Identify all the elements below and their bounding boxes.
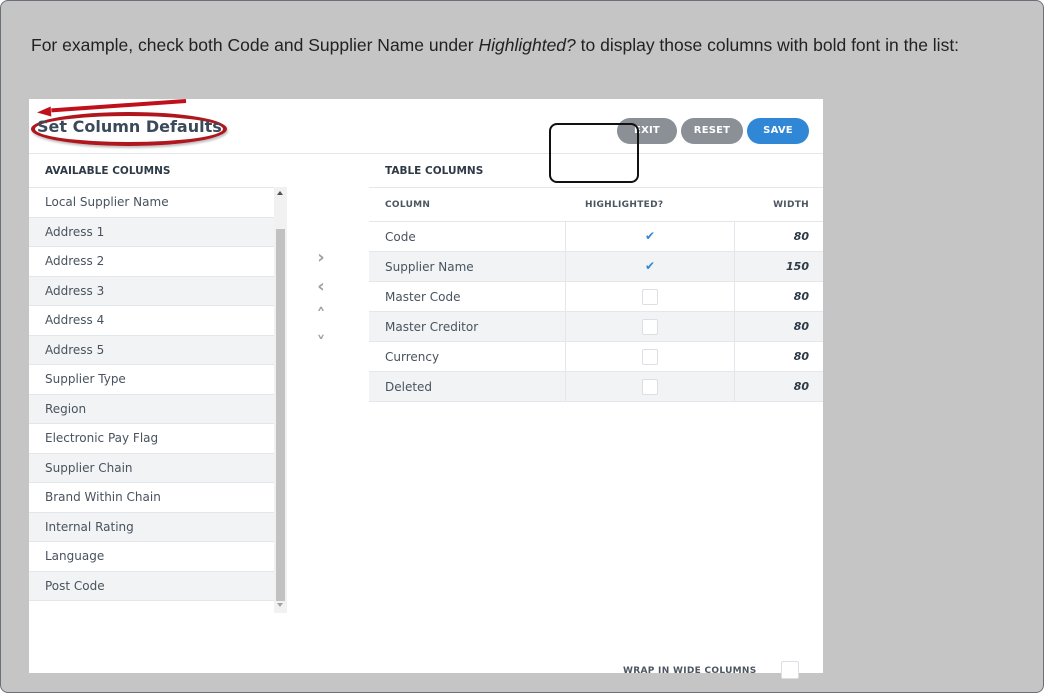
available-columns-list: Local Supplier Name Address 1 Address 2 Add…	[29, 187, 287, 601]
available-columns-scrollbar[interactable]	[274, 187, 287, 613]
column-width[interactable]: 80	[794, 282, 809, 312]
column-width[interactable]: 150	[786, 252, 809, 282]
available-column-item[interactable]: Address 4	[29, 306, 287, 336]
caption-text: For example, check both Code and Supplie…	[31, 35, 1021, 56]
highlighted-cell	[565, 372, 735, 402]
table-body: Code ✔ 80 Supplier Name ✔ 150 Master Code 80 Mas…	[369, 222, 823, 402]
column-name: Supplier Name	[385, 260, 474, 274]
move-up-icon[interactable]: ˄	[312, 307, 330, 325]
available-column-item[interactable]: Brand Within Chain	[29, 483, 287, 513]
highlighted-checkbox[interactable]	[642, 289, 658, 305]
annotation-arrow-head	[36, 106, 52, 118]
available-columns-heading: AVAILABLE COLUMNS	[45, 165, 171, 177]
wrap-label: WRAP IN WIDE COLUMNS	[623, 666, 757, 676]
table-row[interactable]: Deleted 80	[369, 372, 823, 402]
highlighted-checkbox[interactable]	[642, 319, 658, 335]
highlighted-checkbox[interactable]	[642, 349, 658, 365]
caption-part-2: to display those columns with bold font …	[575, 35, 960, 55]
table-row[interactable]: Supplier Name ✔ 150	[369, 252, 823, 282]
table-columns-grid: COLUMN HIGHLIGHTED? WIDTH Code ✔ 80 Supplie…	[369, 187, 823, 402]
available-column-item[interactable]: Address 5	[29, 335, 287, 365]
scroll-down-arrow-icon[interactable]	[277, 603, 283, 607]
available-column-item[interactable]: Supplier Chain	[29, 453, 287, 483]
available-column-item[interactable]: Language	[29, 542, 287, 572]
highlighted-header: HIGHLIGHTED?	[585, 200, 664, 210]
available-column-item[interactable]: Supplier Type	[29, 365, 287, 395]
table-header-row: COLUMN HIGHLIGHTED? WIDTH	[369, 188, 823, 222]
move-down-icon[interactable]: ˅	[312, 335, 330, 353]
callout-box: For example, check both Code and Supplie…	[0, 0, 1044, 693]
available-column-item[interactable]: Post Code	[29, 571, 287, 601]
column-name: Currency	[385, 350, 440, 364]
available-column-item[interactable]: Local Supplier Name	[29, 188, 287, 218]
caption-emphasis: Highlighted?	[478, 35, 576, 55]
available-column-item[interactable]: Address 1	[29, 217, 287, 247]
column-width[interactable]: 80	[794, 312, 809, 342]
annotation-arrow-shaft	[51, 99, 187, 113]
available-column-item[interactable]: Address 2	[29, 247, 287, 277]
highlighted-cell	[565, 282, 735, 312]
dialog-title: Set Column Defaults	[37, 117, 222, 136]
column-width[interactable]: 80	[794, 372, 809, 402]
column-name: Master Code	[385, 290, 461, 304]
save-button[interactable]: SAVE	[747, 118, 809, 144]
highlighted-cell: ✔	[565, 222, 735, 252]
available-column-item[interactable]: Electronic Pay Flag	[29, 424, 287, 454]
table-row[interactable]: Master Code 80	[369, 282, 823, 312]
scroll-up-arrow-icon[interactable]	[277, 191, 283, 195]
column-header: COLUMN	[385, 200, 431, 210]
set-column-defaults-dialog: Set Column Defaults EXIT RESET SAVE AVAI…	[29, 99, 823, 679]
highlighted-cell	[565, 342, 735, 372]
table-row[interactable]: Master Creditor 80	[369, 312, 823, 342]
available-column-item[interactable]: Region	[29, 394, 287, 424]
highlighted-cell: ✔	[565, 252, 735, 282]
highlighted-checkbox[interactable]	[642, 379, 658, 395]
highlighted-cell	[565, 312, 735, 342]
column-name: Deleted	[385, 380, 433, 394]
available-column-item[interactable]: Internal Rating	[29, 512, 287, 542]
wrap-checkbox[interactable]	[781, 661, 799, 679]
checkmark-icon[interactable]: ✔	[642, 229, 658, 245]
column-width[interactable]: 80	[794, 222, 809, 252]
column-name: Code	[385, 230, 416, 244]
move-left-icon[interactable]: ‹	[312, 278, 330, 296]
table-columns-heading: TABLE COLUMNS	[385, 165, 484, 177]
table-row[interactable]: Code ✔ 80	[369, 222, 823, 252]
move-right-icon[interactable]: ›	[312, 249, 330, 267]
table-row[interactable]: Currency 80	[369, 342, 823, 372]
scroll-thumb[interactable]	[276, 229, 285, 601]
annotation-highlight-box	[549, 123, 639, 183]
column-name: Master Creditor	[385, 320, 479, 334]
column-width[interactable]: 80	[794, 342, 809, 372]
checkmark-icon[interactable]: ✔	[642, 259, 658, 275]
caption-part-1: For example, check both Code and Supplie…	[31, 35, 479, 55]
available-column-item[interactable]: Address 3	[29, 276, 287, 306]
dialog-header: Set Column Defaults EXIT RESET SAVE	[29, 99, 823, 154]
width-header: WIDTH	[773, 200, 809, 210]
reset-button[interactable]: RESET	[681, 118, 743, 144]
